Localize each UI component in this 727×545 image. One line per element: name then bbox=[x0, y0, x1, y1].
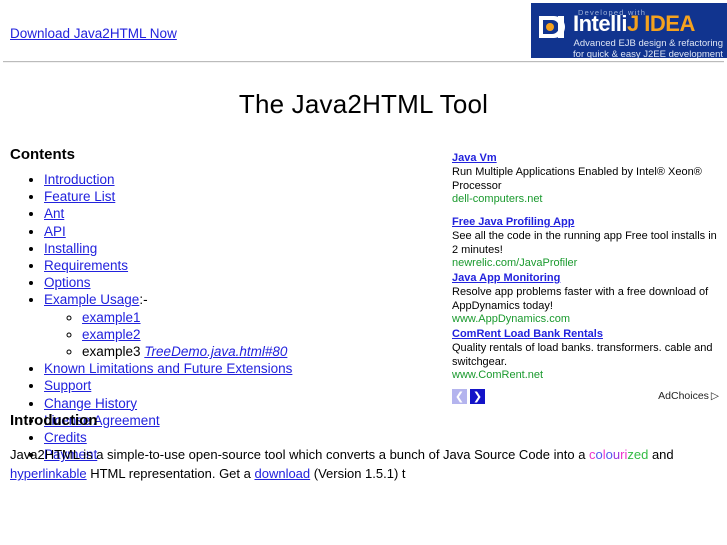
banner-tagline: Advanced EJB design & refactoring for qu… bbox=[531, 38, 723, 58]
list-item: Feature List bbox=[44, 188, 430, 205]
toc-link-installing[interactable]: Installing bbox=[44, 241, 97, 256]
toc-link-change-history[interactable]: Change History bbox=[44, 396, 137, 411]
adchoices-link[interactable]: AdChoices ▷ bbox=[658, 390, 719, 403]
adchoices-label: AdChoices bbox=[658, 390, 709, 402]
ad-item-comrent: ComRent Load Bank Rentals Quality rental… bbox=[452, 328, 720, 382]
toc-example-usage-suffix: :- bbox=[139, 292, 148, 308]
ad-item-java-vm: Java Vm Run Multiple Applications Enable… bbox=[452, 152, 720, 206]
intro-text-after: and bbox=[648, 447, 674, 462]
ad-item-java-profiling: Free Java Profiling App See all the code… bbox=[452, 216, 720, 270]
toc-link-example1[interactable]: example1 bbox=[82, 310, 141, 325]
banner-tagline-line1: Advanced EJB design & refactoring bbox=[573, 38, 723, 49]
list-item: Requirements bbox=[44, 257, 430, 274]
banner-brand-title: IntelliJ IDEA bbox=[573, 13, 695, 35]
toc-link-ant[interactable]: Ant bbox=[44, 206, 64, 221]
intellij-logo-icon bbox=[538, 14, 568, 40]
list-item: API bbox=[44, 223, 430, 240]
list-item: Introduction bbox=[44, 171, 430, 188]
toc-link-treedemo-java-html[interactable]: TreeDemo.java.html#80 bbox=[144, 344, 287, 359]
ad-url-comrent[interactable]: www.ComRent.net bbox=[452, 369, 720, 382]
contents-sublist: example1 example2 example3 TreeDemo.java… bbox=[44, 309, 430, 361]
toc-link-feature-list[interactable]: Feature List bbox=[44, 189, 115, 204]
list-item: example2 bbox=[82, 326, 430, 343]
ad-url-java-profiling[interactable]: newrelic.com/JavaProfiler bbox=[452, 257, 720, 270]
ad-footer: ❮ ❯ AdChoices ▷ bbox=[452, 389, 720, 405]
list-item: Ant bbox=[44, 205, 430, 222]
toc-link-example2[interactable]: example2 bbox=[82, 327, 141, 342]
page-title: The Java2HTML Tool bbox=[238, 89, 489, 119]
ad-url-java-app-monitoring[interactable]: www.AppDynamics.com bbox=[452, 313, 720, 326]
header-divider bbox=[3, 61, 724, 63]
chevron-left-icon[interactable]: ❮ bbox=[452, 389, 467, 404]
ad-desc-comrent: Quality rentals of load banks. transform… bbox=[452, 342, 713, 368]
ad-pagination: ❮ ❯ bbox=[452, 389, 485, 404]
ad-desc-java-app-monitoring: Resolve app problems faster with a free … bbox=[452, 286, 709, 312]
toc-example3-label: example3 bbox=[82, 344, 141, 360]
ads-column: Java Vm Run Multiple Applications Enable… bbox=[452, 152, 720, 405]
colourized-letter-o1: o bbox=[595, 447, 603, 462]
toc-link-support[interactable]: Support bbox=[44, 378, 91, 393]
page-header: Download Java2HTML Now Developed with In… bbox=[0, 0, 727, 61]
list-item: Example Usage:- example1 example2 exampl… bbox=[44, 291, 430, 360]
ad-item-java-app-monitoring: Java App Monitoring Resolve app problems… bbox=[452, 272, 720, 326]
list-item: example1 bbox=[82, 309, 430, 326]
list-item: Options bbox=[44, 274, 430, 291]
ad-desc-java-profiling: See all the code in the running app Free… bbox=[452, 230, 717, 256]
chevron-right-icon[interactable]: ❯ bbox=[470, 389, 485, 404]
ad-title-java-app-monitoring[interactable]: Java App Monitoring bbox=[452, 272, 560, 285]
toc-link-options[interactable]: Options bbox=[44, 275, 91, 290]
intro-text-start: Java2HTML is a simple-to-use open-source… bbox=[10, 447, 590, 462]
list-item: Known Limitations and Future Extensions bbox=[44, 360, 430, 377]
introduction-section: Introduction Java2HTML is a simple-to-us… bbox=[10, 412, 722, 483]
ad-title-comrent[interactable]: ComRent Load Bank Rentals bbox=[452, 328, 603, 341]
colourized-letter-o2: o bbox=[605, 447, 613, 462]
ad-url-java-vm[interactable]: dell-computers.net bbox=[452, 193, 720, 206]
contents-heading: Contents bbox=[10, 146, 75, 163]
download-java2html-link[interactable]: Download Java2HTML Now bbox=[10, 26, 177, 41]
banner-tagline-line2: for quick & easy J2EE development bbox=[573, 49, 723, 58]
adchoices-triangle-icon: ▷ bbox=[710, 390, 719, 402]
ad-title-java-profiling[interactable]: Free Java Profiling App bbox=[452, 216, 574, 229]
toc-link-api[interactable]: API bbox=[44, 224, 66, 239]
intro-link-download[interactable]: download bbox=[254, 466, 310, 481]
toc-link-introduction[interactable]: Introduction bbox=[44, 172, 115, 187]
banner-brand-intellij: Intelli bbox=[573, 11, 627, 36]
list-item: example3 TreeDemo.java.html#80 bbox=[82, 343, 430, 360]
intellij-idea-ad-banner[interactable]: Developed with IntelliJ IDEA Advanced EJ… bbox=[531, 3, 727, 58]
introduction-paragraph: Java2HTML is a simple-to-use open-source… bbox=[10, 445, 722, 483]
ad-title-java-vm[interactable]: Java Vm bbox=[452, 152, 497, 165]
ad-desc-java-vm: Run Multiple Applications Enabled by Int… bbox=[452, 166, 702, 192]
toc-link-example-usage[interactable]: Example Usage bbox=[44, 292, 139, 307]
banner-brand-jidea: J IDEA bbox=[626, 11, 695, 36]
ad-spacer bbox=[452, 208, 720, 216]
intro-text-line2-end: (Version 1.5.1) t bbox=[310, 466, 406, 481]
toc-link-requirements[interactable]: Requirements bbox=[44, 258, 128, 273]
list-item: Change History bbox=[44, 395, 430, 412]
intro-link-hyperlinkable[interactable]: hyperlinkable bbox=[10, 466, 87, 481]
list-item: Support bbox=[44, 377, 430, 394]
list-item: Installing bbox=[44, 240, 430, 257]
toc-link-known-limitations[interactable]: Known Limitations and Future Extensions bbox=[44, 361, 292, 376]
intro-text-line2-mid: HTML representation. Get a bbox=[86, 466, 255, 481]
introduction-heading: Introduction bbox=[10, 412, 98, 429]
